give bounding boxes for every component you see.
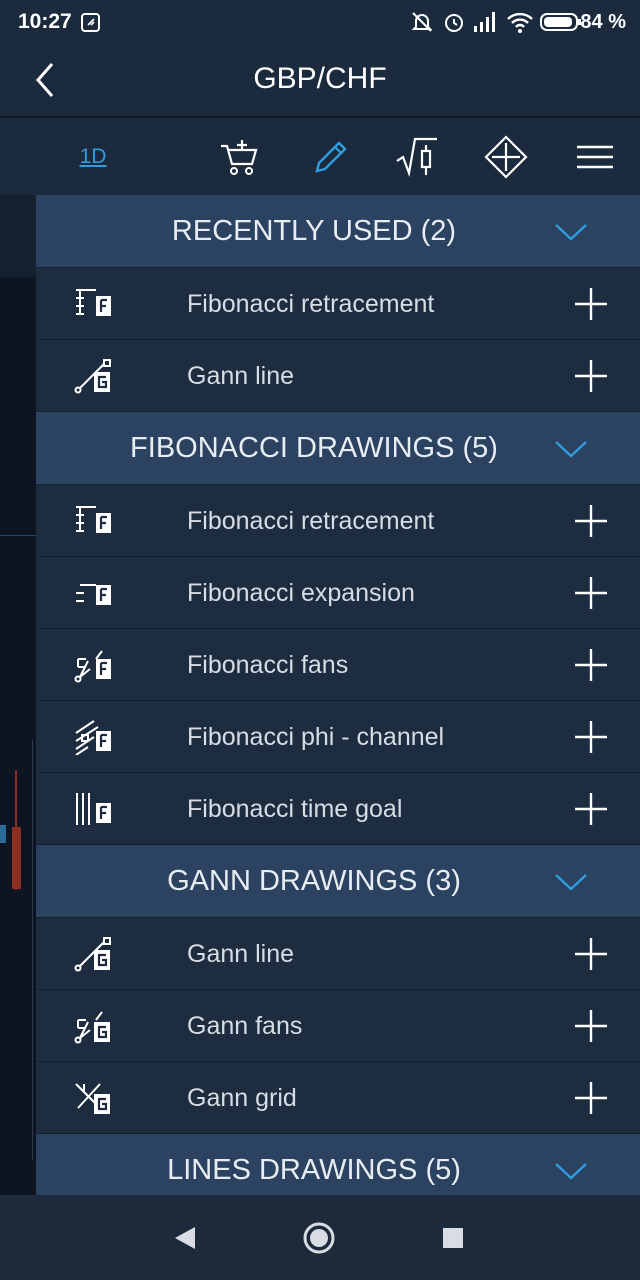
volume-marker: [0, 825, 6, 843]
battery-percent: 84 %: [580, 11, 626, 33]
square-recents-icon: [443, 1228, 463, 1248]
timeframe-button[interactable]: 1D: [72, 134, 114, 180]
battery-icon: [540, 13, 581, 31]
item-label: Gann fans: [187, 1012, 303, 1040]
gann-line-icon: [74, 359, 111, 394]
draw-button[interactable]: [308, 134, 354, 180]
item-label: Gann grid: [187, 1084, 297, 1112]
section-header-recently-used[interactable]: RECENTLY USED (2): [36, 195, 640, 268]
item-label: Fibonacci phi - channel: [187, 723, 445, 751]
gann-fans-icon: [74, 1011, 110, 1044]
move-icon: [484, 135, 528, 179]
section-title: GANN DRAWINGS (3): [167, 865, 461, 897]
fib-retracement-icon: [76, 506, 111, 533]
list-item[interactable]: Fibonacci time goal: [36, 773, 640, 845]
plus-icon[interactable]: [574, 287, 608, 321]
plus-icon[interactable]: [574, 1081, 608, 1115]
page-title: GBP/CHF: [253, 62, 387, 95]
list-item[interactable]: Fibonacci retracement: [36, 268, 640, 340]
chevron-down-icon: [555, 874, 587, 891]
wifi-icon: [507, 12, 533, 33]
alarm-icon: [445, 14, 463, 32]
list-item[interactable]: Fibonacci fans: [36, 629, 640, 701]
chevron-down-icon: [555, 441, 587, 458]
system-nav-bar: [0, 1195, 640, 1280]
chart-top-band: [0, 195, 36, 277]
status-time: 10:27: [18, 10, 72, 33]
pencil-icon: [315, 141, 347, 173]
screenshot-icon: [81, 13, 100, 32]
fib-retracement-icon: [76, 289, 111, 316]
signal-icon: [474, 12, 495, 32]
plus-icon[interactable]: [574, 359, 608, 393]
chart-divider: [32, 740, 33, 1160]
nav-recents-button[interactable]: [436, 1221, 470, 1255]
fib-time-goal-icon: [76, 793, 111, 825]
item-label: Fibonacci expansion: [187, 579, 415, 607]
add-to-cart-icon: [221, 140, 258, 175]
chart-background: [0, 195, 36, 1195]
price-line: [0, 535, 36, 536]
fib-phi-channel-icon: [75, 720, 111, 755]
list-item[interactable]: Fibonacci retracement: [36, 485, 640, 557]
candle-body: [12, 827, 21, 889]
item-label: Gann line: [187, 362, 295, 390]
nav-home-button[interactable]: [302, 1221, 336, 1255]
move-button[interactable]: [483, 134, 529, 180]
menu-icon: [577, 145, 613, 169]
drawing-tools-panel: RECENTLY USED (2) Fibonacci retracement …: [36, 195, 640, 1195]
item-label: Fibonacci time goal: [187, 795, 403, 823]
item-label: Fibonacci fans: [187, 651, 349, 679]
indicators-button[interactable]: [394, 134, 440, 180]
section-title: LINES DRAWINGS (5): [167, 1154, 461, 1186]
gann-grid-icon: [75, 1083, 110, 1114]
timeframe-label: 1D: [79, 145, 107, 168]
section-title: RECENTLY USED (2): [171, 215, 457, 247]
nav-back-button[interactable]: [168, 1221, 202, 1255]
item-label: Fibonacci retracement: [187, 290, 435, 318]
list-item[interactable]: Gann line: [36, 918, 640, 990]
item-label: Fibonacci retracement: [187, 507, 435, 535]
circle-home-icon: [303, 1222, 335, 1254]
plus-icon[interactable]: [574, 937, 608, 971]
fib-expansion-icon: [76, 584, 111, 605]
app-header: GBP/CHF: [0, 44, 640, 117]
section-header-fibonacci[interactable]: FIBONACCI DRAWINGS (5): [36, 412, 640, 485]
plus-icon[interactable]: [574, 792, 608, 826]
section-header-gann[interactable]: GANN DRAWINGS (3): [36, 845, 640, 918]
status-bar: 10:27 84 %: [0, 0, 640, 44]
toolbar: 1D: [0, 116, 640, 197]
plus-icon[interactable]: [574, 504, 608, 538]
list-item[interactable]: Fibonacci phi - channel: [36, 701, 640, 773]
gann-line-icon: [74, 937, 111, 972]
plus-icon[interactable]: [574, 576, 608, 610]
triangle-back-icon: [175, 1227, 195, 1249]
notifications-off-icon: [411, 12, 433, 32]
plus-icon[interactable]: [574, 1009, 608, 1043]
add-to-cart-button[interactable]: [216, 134, 262, 180]
list-item[interactable]: Gann fans: [36, 990, 640, 1062]
indicator-icon: [396, 137, 437, 178]
chevron-down-icon: [555, 1163, 587, 1180]
chevron-down-icon: [555, 224, 587, 241]
plus-icon[interactable]: [574, 648, 608, 682]
plus-icon[interactable]: [574, 720, 608, 754]
fib-fans-icon: [74, 650, 111, 683]
list-item[interactable]: Gann grid: [36, 1062, 640, 1134]
item-label: Gann line: [187, 940, 295, 968]
list-item[interactable]: Gann line: [36, 340, 640, 412]
list-item[interactable]: Fibonacci expansion: [36, 557, 640, 629]
section-title: FIBONACCI DRAWINGS (5): [130, 432, 498, 464]
section-header-lines[interactable]: LINES DRAWINGS (5): [36, 1134, 640, 1195]
menu-button[interactable]: [574, 134, 616, 180]
